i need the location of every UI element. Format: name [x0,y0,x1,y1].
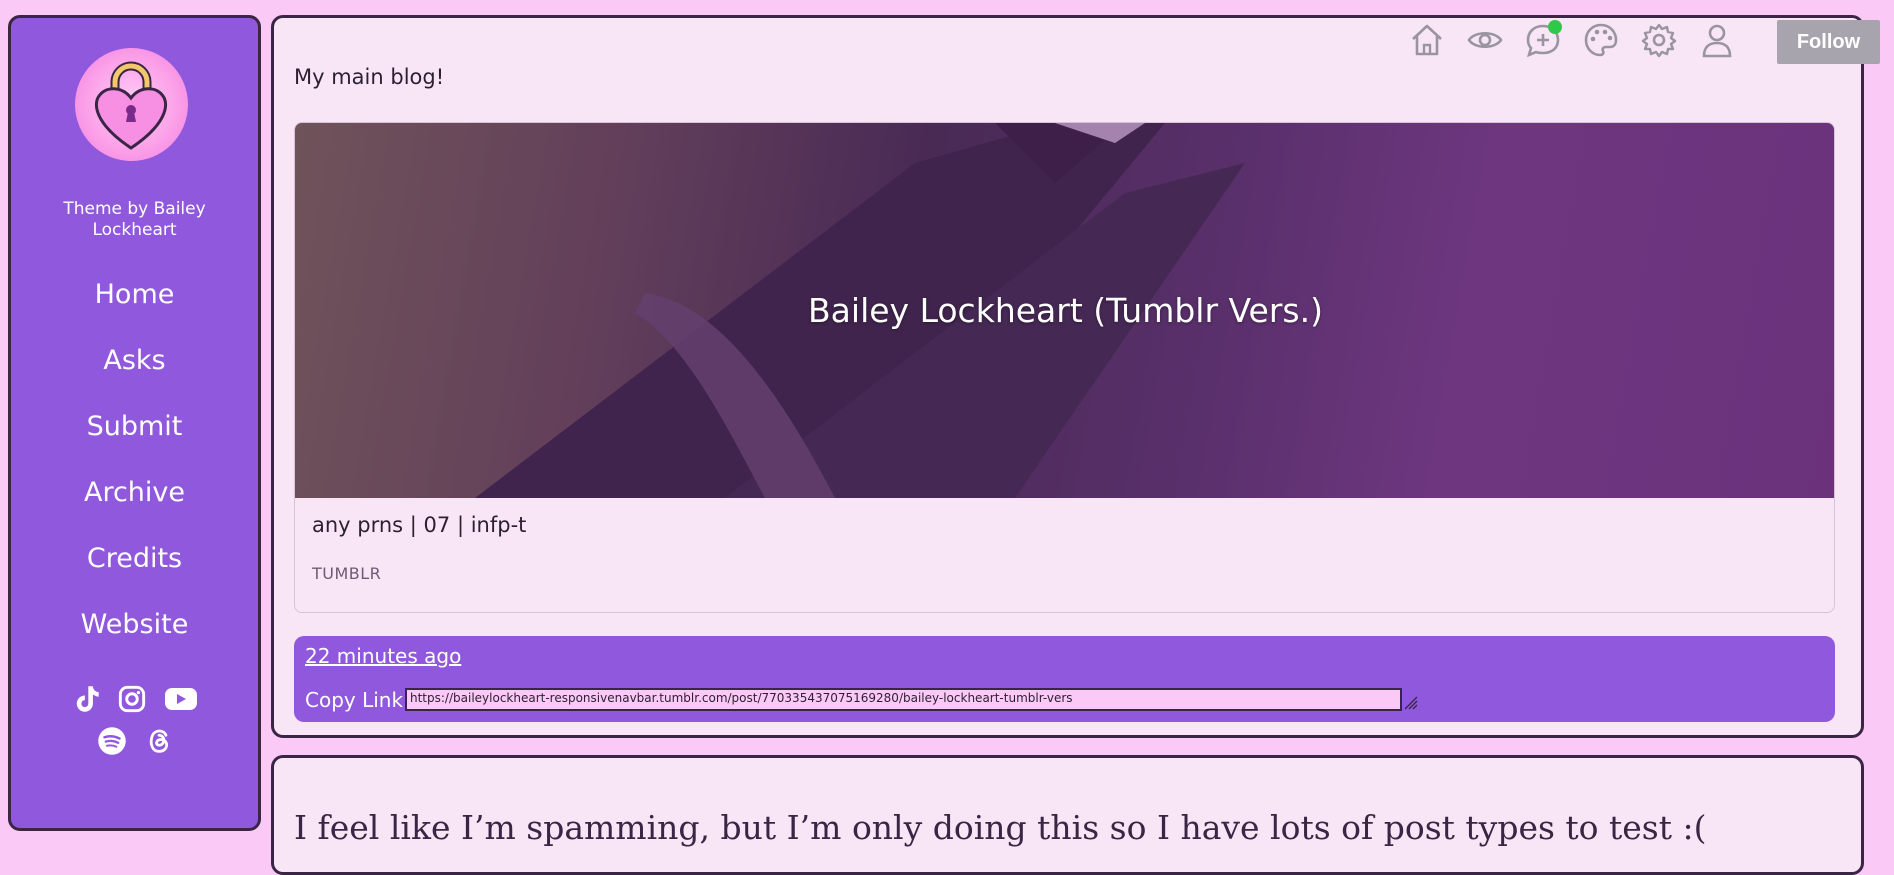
post-timestamp[interactable]: 22 minutes ago [305,644,461,668]
instagram-icon[interactable] [118,685,146,713]
text-post-body: I feel like I’m spamming, but I’m only d… [294,808,1707,847]
palette-icon[interactable] [1583,22,1619,58]
social-links [11,678,258,762]
link-excerpt: any prns | 07 | infp-t [312,513,527,537]
chat-add-icon[interactable] [1525,20,1562,58]
theme-credit[interactable]: Theme by Bailey Lockheart [11,199,258,241]
link-title: Bailey Lockheart (Tumblr Vers.) [808,291,1323,330]
nav-submit[interactable]: Submit [11,400,258,466]
post-card: My main blog! Bailey Lockheart (Tumblr V… [271,15,1864,738]
post-card-2: I feel like I’m spamming, but I’m only d… [271,755,1864,875]
resize-grip-icon[interactable] [1402,694,1418,710]
sidebar: Theme by Bailey Lockheart Home Asks Subm… [8,15,261,831]
heart-padlock-icon [94,61,168,150]
user-icon[interactable] [1699,22,1735,58]
youtube-icon[interactable] [164,686,198,712]
spotify-icon[interactable] [97,726,127,756]
copy-link-field[interactable]: https://baileylockheart-responsivenavbar… [405,688,1402,711]
avatar[interactable] [75,48,188,161]
home-icon[interactable] [1409,22,1445,58]
tiktok-icon[interactable] [72,684,100,714]
sidebar-nav: Home Asks Submit Archive Credits Website [11,268,258,664]
nav-home[interactable]: Home [11,268,258,334]
threads-icon[interactable] [145,726,173,756]
blog-toolbar [1409,20,1735,58]
blog-description: My main blog! [294,65,445,89]
notification-dot [1548,20,1562,34]
nav-archive[interactable]: Archive [11,466,258,532]
post-meta-bar: 22 minutes ago Copy Link: https://bailey… [294,636,1835,722]
nav-credits[interactable]: Credits [11,532,258,598]
gear-icon[interactable] [1641,22,1677,58]
link-post[interactable]: Bailey Lockheart (Tumblr Vers.) any prns… [294,122,1835,613]
eye-icon[interactable] [1467,22,1503,58]
nav-website[interactable]: Website [11,598,258,664]
follow-button[interactable]: Follow [1777,20,1880,64]
nav-asks[interactable]: Asks [11,334,258,400]
copy-link-label: Copy Link: [305,688,410,712]
link-image: Bailey Lockheart (Tumblr Vers.) [295,123,1834,498]
link-host: TUMBLR [312,564,382,583]
